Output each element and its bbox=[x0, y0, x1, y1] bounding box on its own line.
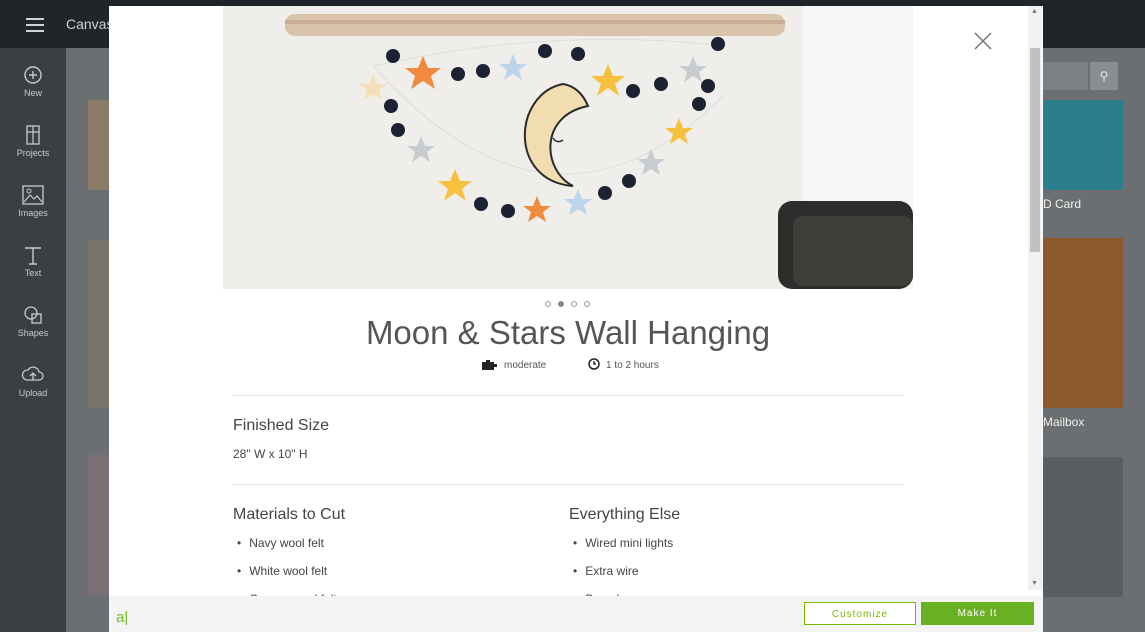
sidebar-item-shapes[interactable]: Shapes bbox=[0, 304, 66, 338]
duration-label: 1 to 2 hours bbox=[606, 360, 659, 371]
make-it-button[interactable]: Make It bbox=[921, 602, 1034, 625]
sidebar-item-label: New bbox=[23, 88, 42, 98]
sidebar-item-label: Upload bbox=[18, 388, 48, 398]
carousel-dot[interactable] bbox=[545, 301, 551, 307]
material-item: Navy wool felt bbox=[237, 536, 324, 550]
background-card-thumbnail[interactable] bbox=[1043, 457, 1123, 597]
projects-icon bbox=[26, 125, 40, 145]
brand-logo: a| bbox=[116, 609, 129, 626]
sidebar-item-label: Shapes bbox=[17, 328, 49, 338]
carousel-dots bbox=[540, 300, 600, 310]
clock-icon bbox=[588, 358, 600, 370]
carousel-dot[interactable] bbox=[571, 301, 577, 307]
sidebar-item-projects[interactable]: Projects bbox=[0, 124, 66, 158]
background-card-thumbnail[interactable] bbox=[1043, 238, 1123, 408]
background-thumbnail bbox=[88, 455, 109, 595]
menu-icon[interactable] bbox=[26, 18, 44, 32]
search-button[interactable]: ⚲ bbox=[1090, 62, 1118, 90]
sidebar-item-text[interactable]: Text bbox=[0, 244, 66, 278]
carousel-dot-active[interactable] bbox=[558, 301, 564, 307]
carousel-dot[interactable] bbox=[584, 301, 590, 307]
background-card-label: Mailbox bbox=[1043, 415, 1085, 429]
supply-item: Extra wire bbox=[573, 564, 638, 578]
search-input[interactable] bbox=[1040, 62, 1088, 90]
sidebar-item-label: Projects bbox=[16, 148, 50, 158]
divider bbox=[233, 484, 904, 485]
difficulty-label: moderate bbox=[504, 360, 547, 371]
supply-item: Wired mini lights bbox=[573, 536, 673, 550]
background-thumbnail bbox=[88, 240, 109, 408]
sidebar-item-images[interactable]: Images bbox=[0, 184, 66, 218]
search-icon: ⚲ bbox=[1099, 69, 1109, 83]
text-icon bbox=[25, 247, 41, 265]
background-card-thumbnail[interactable] bbox=[1043, 100, 1123, 190]
close-icon[interactable] bbox=[972, 30, 994, 52]
image-icon bbox=[22, 185, 44, 205]
divider bbox=[233, 395, 904, 396]
wall-hanging-photo bbox=[223, 6, 913, 289]
plus-circle-icon bbox=[24, 66, 42, 84]
everything-else-heading: Everything Else bbox=[569, 506, 681, 523]
difficulty: moderate bbox=[480, 358, 546, 371]
customize-button[interactable]: Customize bbox=[804, 602, 916, 625]
scroll-down-icon[interactable]: ▼ bbox=[1031, 580, 1038, 587]
project-title: Moon & Stars Wall Hanging bbox=[365, 314, 771, 351]
upload-icon bbox=[21, 366, 44, 381]
finished-size-value: 28" W x 10" H bbox=[233, 447, 308, 461]
duration: 1 to 2 hours bbox=[588, 358, 659, 371]
puzzle-icon bbox=[482, 360, 497, 370]
scrollbar-thumb[interactable] bbox=[1030, 48, 1040, 252]
left-sidebar: New Projects Images Text Shapes Upload bbox=[0, 48, 66, 632]
app-title: Canvas bbox=[66, 16, 114, 32]
project-hero-image[interactable] bbox=[223, 6, 913, 289]
shapes-icon bbox=[24, 306, 42, 324]
modal-scrollbar[interactable]: ▲ ▼ bbox=[1028, 6, 1042, 590]
materials-heading: Materials to Cut bbox=[233, 506, 346, 523]
sidebar-item-label: Images bbox=[18, 208, 48, 218]
finished-size-heading: Finished Size bbox=[233, 417, 330, 434]
scroll-up-icon[interactable]: ▲ bbox=[1031, 8, 1038, 15]
background-card-label: D Card bbox=[1043, 197, 1082, 211]
sidebar-item-new[interactable]: New bbox=[0, 64, 66, 98]
background-thumbnail bbox=[88, 100, 109, 190]
sidebar-item-label: Text bbox=[24, 268, 42, 278]
sidebar-item-upload[interactable]: Upload bbox=[0, 364, 66, 398]
material-item: White wool felt bbox=[237, 564, 327, 578]
